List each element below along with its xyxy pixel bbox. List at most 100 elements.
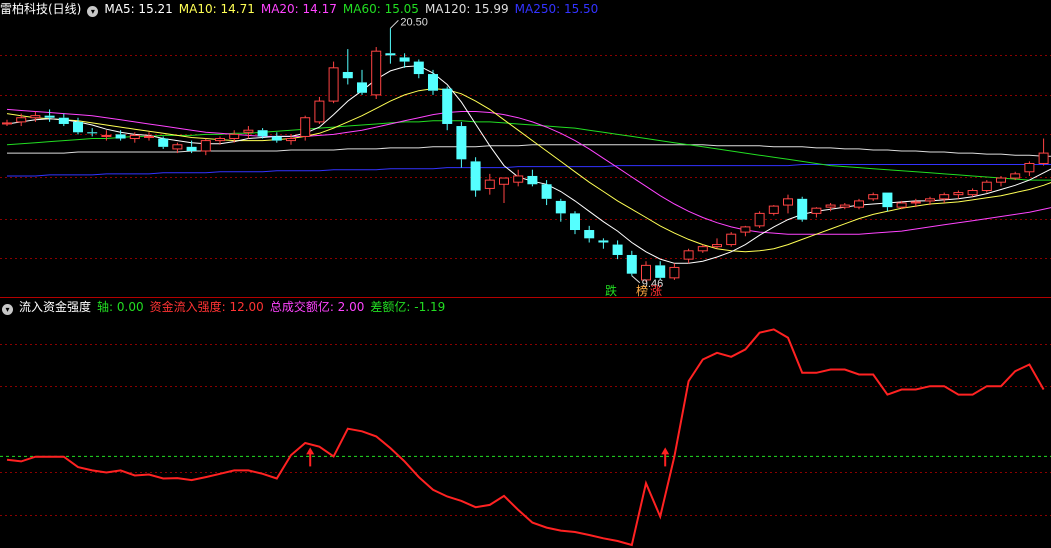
- candle-body: [101, 134, 112, 137]
- candle-body: [953, 192, 964, 196]
- candle-body: [712, 244, 722, 248]
- chart-canvas: 20.509.46跌榜涨: [0, 16, 1051, 547]
- candle: [868, 192, 879, 201]
- indicator-header: ▾ 流入资金强度 轴: 0.00 资金流入强度: 12.00 总成交额亿: 2.00 差额…: [0, 298, 451, 316]
- candle-body: [768, 205, 779, 214]
- top-header: 雷柏科技(日线) ▾ MA5: 15.21 MA10: 14.71 MA20: 14.1…: [0, 0, 604, 18]
- candle-body: [896, 202, 907, 208]
- candle-body: [456, 126, 467, 160]
- candle: [783, 194, 793, 214]
- candle-body: [513, 175, 524, 183]
- candle-body: [825, 204, 836, 208]
- candle: [555, 198, 566, 222]
- candle-body: [939, 194, 950, 200]
- ma-label: MA5: 15.21: [104, 2, 173, 16]
- candle-body: [115, 134, 126, 139]
- candle: [44, 109, 55, 122]
- candle: [939, 192, 950, 203]
- candle: [683, 248, 694, 264]
- signal-arrow-head: [661, 447, 670, 455]
- candle: [371, 47, 382, 100]
- indicator-name: 流入资金强度: [19, 300, 92, 314]
- candle: [768, 205, 779, 216]
- candle: [200, 138, 211, 156]
- candle: [626, 250, 637, 276]
- stock-name: 雷柏科技(日线): [0, 2, 82, 16]
- candle-body: [215, 138, 225, 142]
- indicator-label: 总成交额亿: 2.00: [269, 300, 365, 314]
- candle-body: [598, 240, 609, 243]
- candle: [740, 225, 751, 237]
- candle: [527, 169, 538, 187]
- candle: [754, 211, 765, 228]
- candle: [300, 115, 311, 141]
- candle: [726, 232, 737, 247]
- candle: [981, 180, 992, 193]
- chart-stage: 20.50 9.46 跌榜涨 雷柏科技(日线) ▾ MA5: 15.21 MA10: 14…: [0, 0, 1051, 548]
- candle: [271, 132, 282, 143]
- candle-body: [570, 213, 580, 231]
- candle-body: [371, 50, 382, 96]
- candle-body: [484, 179, 495, 189]
- marker-up-label: 涨: [650, 283, 662, 298]
- candle: [598, 238, 609, 249]
- candle: [357, 69, 367, 95]
- ma-label: MA20: 14.17: [260, 2, 337, 16]
- candle-body: [87, 132, 98, 134]
- indicator-label: 资金流入强度: 12.00: [149, 300, 264, 314]
- candle-body: [16, 117, 27, 123]
- candle-body: [30, 115, 41, 119]
- ma-label: MA10: 14.71: [178, 2, 255, 16]
- candle-body: [697, 246, 708, 252]
- candle-body: [910, 201, 921, 204]
- candle-body: [286, 138, 296, 142]
- candle: [144, 132, 154, 141]
- candle: [158, 136, 169, 149]
- ma-label: MA250: 15.50: [514, 2, 599, 16]
- candle-body: [73, 121, 83, 133]
- candle-body: [783, 198, 793, 206]
- candle-body: [144, 135, 154, 138]
- candle: [584, 225, 595, 243]
- candle-body: [442, 88, 453, 124]
- candle: [797, 196, 808, 222]
- candle-body: [1038, 152, 1049, 164]
- candle-body: [243, 129, 254, 133]
- candle-body: [385, 53, 396, 56]
- candle-body: [428, 74, 438, 91]
- candle: [854, 198, 864, 210]
- candle-body: [342, 71, 353, 79]
- candle-body: [2, 122, 12, 125]
- candle-body: [797, 198, 808, 220]
- candle: [612, 240, 623, 260]
- candle-body: [300, 117, 311, 137]
- candles: [2, 28, 1049, 282]
- indicator-settings-icon[interactable]: ▾: [2, 304, 13, 315]
- candle-body: [1024, 162, 1035, 173]
- candle-body: [129, 134, 140, 140]
- high-pointer: [390, 19, 399, 29]
- candle: [385, 28, 396, 64]
- candle-body: [172, 144, 183, 150]
- candle-body: [413, 61, 424, 75]
- candle: [413, 59, 424, 79]
- candle-body: [726, 233, 737, 246]
- candle-body: [44, 115, 55, 118]
- candle-body: [555, 200, 566, 214]
- candle: [1038, 138, 1049, 166]
- candle-body: [186, 146, 197, 151]
- candle: [442, 86, 453, 131]
- candle: [811, 207, 822, 218]
- ma-settings-icon[interactable]: ▾: [87, 6, 99, 17]
- candle: [470, 157, 481, 197]
- candle: [428, 69, 438, 95]
- candle: [882, 192, 893, 212]
- signal-arrow-head: [306, 447, 315, 455]
- candle-body: [399, 57, 410, 62]
- candle: [314, 96, 325, 124]
- candle: [669, 263, 680, 280]
- candle-body: [740, 226, 751, 233]
- candle: [243, 126, 254, 139]
- candle-body: [754, 212, 765, 227]
- candle: [328, 61, 339, 104]
